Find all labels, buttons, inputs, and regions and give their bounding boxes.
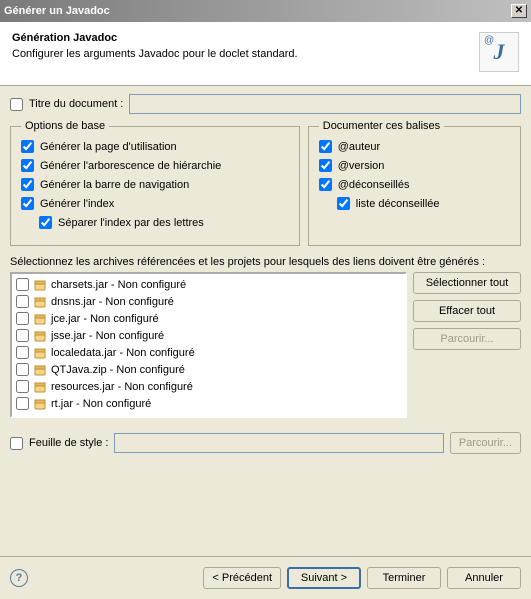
stylesheet-browse-button: Parcourir... — [450, 432, 521, 454]
titlebar: Générer un Javadoc ✕ — [0, 0, 531, 22]
basic-options-legend: Options de base — [21, 120, 109, 132]
archive-checkbox[interactable] — [16, 278, 29, 291]
page-subtitle: Configurer les arguments Javadoc pour le… — [12, 48, 298, 60]
doc-title-input — [129, 94, 521, 114]
tag-author-checkbox[interactable] — [319, 140, 332, 153]
jar-icon — [33, 380, 47, 394]
archive-checkbox[interactable] — [16, 380, 29, 393]
gen-navbar-label: Générer la barre de navigation — [40, 179, 189, 191]
archive-label: resources.jar - Non configuré — [51, 381, 193, 393]
finish-button[interactable]: Terminer — [367, 567, 441, 589]
doc-title-row: Titre du document : — [10, 94, 521, 114]
doc-title-label: Titre du document : — [29, 98, 123, 110]
archive-label: QTJava.zip - Non configuré — [51, 364, 185, 376]
archives-label: Sélectionnez les archives référencées et… — [10, 256, 521, 268]
cancel-button[interactable]: Annuler — [447, 567, 521, 589]
jar-icon — [33, 312, 47, 326]
page-title: Génération Javadoc — [12, 32, 298, 44]
next-button[interactable]: Suivant > — [287, 567, 361, 589]
archive-checkbox[interactable] — [16, 363, 29, 376]
jar-icon — [33, 363, 47, 377]
select-all-button[interactable]: Sélectionner tout — [413, 272, 521, 294]
wizard-header: Génération Javadoc Configurer les argume… — [0, 22, 531, 86]
archive-label: dnsns.jar - Non configuré — [51, 296, 174, 308]
list-item[interactable]: rt.jar - Non configuré — [14, 395, 403, 412]
wizard-footer: ? < Précédent Suivant > Terminer Annuler — [0, 556, 531, 599]
gen-index-checkbox[interactable] — [21, 197, 34, 210]
archive-label: localedata.jar - Non configuré — [51, 347, 195, 359]
archive-label: jce.jar - Non configuré — [51, 313, 159, 325]
tag-version-checkbox[interactable] — [319, 159, 332, 172]
archive-checkbox[interactable] — [16, 312, 29, 325]
archive-checkbox[interactable] — [16, 295, 29, 308]
stylesheet-input — [114, 433, 443, 453]
list-item[interactable]: QTJava.zip - Non configuré — [14, 361, 403, 378]
jar-icon — [33, 397, 47, 411]
split-index-checkbox[interactable] — [39, 216, 52, 229]
document-tags-legend: Documenter ces balises — [319, 120, 444, 132]
jar-icon — [33, 346, 47, 360]
close-button[interactable]: ✕ — [511, 4, 527, 18]
help-button[interactable]: ? — [10, 569, 28, 587]
list-item[interactable]: localedata.jar - Non configuré — [14, 344, 403, 361]
document-tags-group: Documenter ces balises @auteur @version … — [308, 120, 521, 246]
back-button[interactable]: < Précédent — [203, 567, 281, 589]
gen-hierarchy-label: Générer l'arborescence de hiérarchie — [40, 160, 221, 172]
tag-author-label: @auteur — [338, 141, 380, 153]
window-title: Générer un Javadoc — [4, 5, 110, 17]
stylesheet-label: Feuille de style : — [29, 437, 108, 449]
tag-deprecated-list-checkbox[interactable] — [337, 197, 350, 210]
jar-icon — [33, 278, 47, 292]
stylesheet-checkbox[interactable] — [10, 437, 23, 450]
javadoc-icon: J — [479, 32, 519, 72]
clear-all-button[interactable]: Effacer tout — [413, 300, 521, 322]
archive-label: rt.jar - Non configuré — [51, 398, 151, 410]
jar-icon — [33, 329, 47, 343]
gen-usage-checkbox[interactable] — [21, 140, 34, 153]
tag-deprecated-list-label: liste déconseillée — [356, 198, 440, 210]
gen-index-label: Générer l'index — [40, 198, 114, 210]
gen-hierarchy-checkbox[interactable] — [21, 159, 34, 172]
list-item[interactable]: jsse.jar - Non configuré — [14, 327, 403, 344]
tag-deprecated-checkbox[interactable] — [319, 178, 332, 191]
doc-title-checkbox[interactable] — [10, 98, 23, 111]
archive-label: jsse.jar - Non configuré — [51, 330, 164, 342]
list-item[interactable]: charsets.jar - Non configuré — [14, 276, 403, 293]
list-item[interactable]: jce.jar - Non configuré — [14, 310, 403, 327]
archive-checkbox[interactable] — [16, 397, 29, 410]
list-item[interactable]: dnsns.jar - Non configuré — [14, 293, 403, 310]
jar-icon — [33, 295, 47, 309]
split-index-label: Séparer l'index par des lettres — [58, 217, 204, 229]
tag-version-label: @version — [338, 160, 385, 172]
basic-options-group: Options de base Générer la page d'utilis… — [10, 120, 300, 246]
archive-checkbox[interactable] — [16, 329, 29, 342]
tag-deprecated-label: @déconseillés — [338, 179, 410, 191]
archive-checkbox[interactable] — [16, 346, 29, 359]
archives-browse-button: Parcourir... — [413, 328, 521, 350]
gen-usage-label: Générer la page d'utilisation — [40, 141, 177, 153]
gen-navbar-checkbox[interactable] — [21, 178, 34, 191]
list-item[interactable]: resources.jar - Non configuré — [14, 378, 403, 395]
archives-listbox[interactable]: charsets.jar - Non configuré dnsns.jar - … — [10, 272, 407, 418]
archive-label: charsets.jar - Non configuré — [51, 279, 186, 291]
